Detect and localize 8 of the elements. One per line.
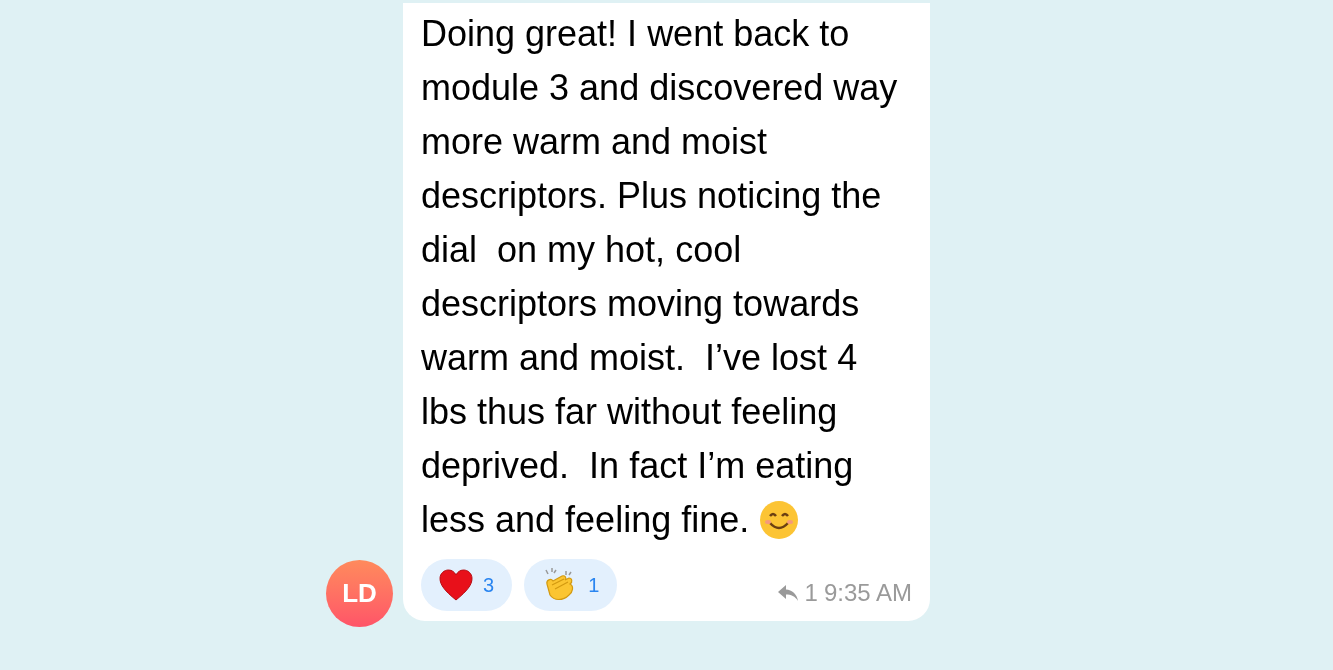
message-time: 9:35 AM bbox=[823, 578, 912, 608]
heart-icon bbox=[439, 569, 473, 601]
message-text: Doing great! I went back to module 3 and discovered way more warm and moist descriptors. Plus noticing the dial on my hot, cool descriptors moving towards warm and moist. I’ve lost 4 lbs thus far without feeling deprived. In fact I’m eating less and feeling fine. bbox=[421, 13, 899, 540]
avatar: LD bbox=[326, 560, 393, 627]
reply-count: 1 bbox=[804, 578, 818, 608]
reaction-chip[interactable]: 3 bbox=[421, 559, 513, 611]
reaction-chip[interactable]: 1 bbox=[524, 559, 618, 611]
reply-icon bbox=[776, 584, 799, 602]
